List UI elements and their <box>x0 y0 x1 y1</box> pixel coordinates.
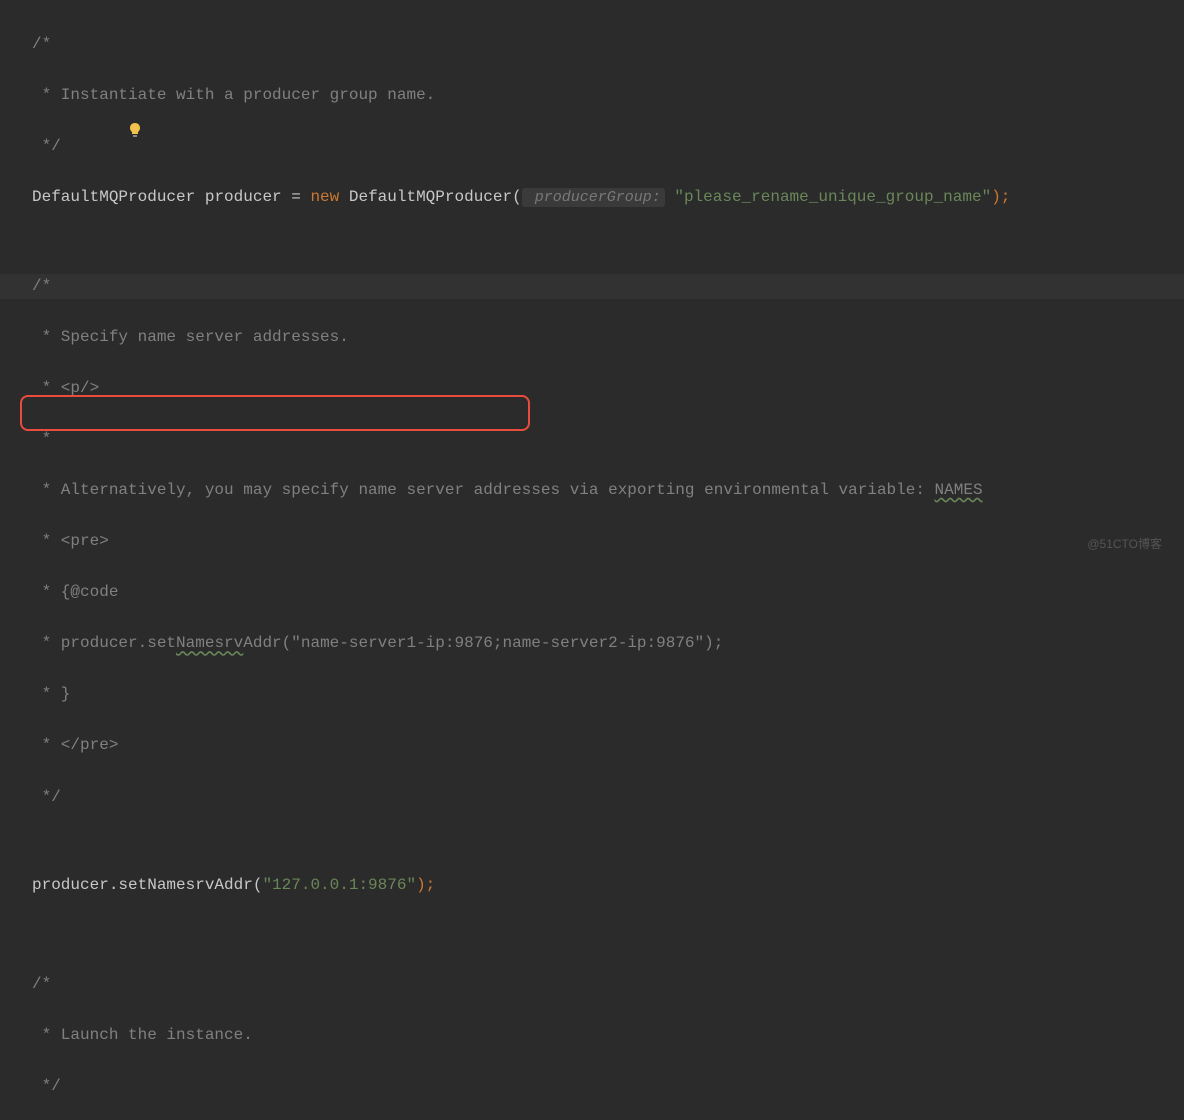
comment-line: /* <box>32 277 51 295</box>
punctuation: ); <box>991 188 1010 206</box>
comment-line: * } <box>32 685 70 703</box>
comment-line: Addr("name-server1-ip:9876;name-server2-… <box>243 634 723 652</box>
watermark-text: @51CTO博客 <box>1087 535 1162 554</box>
comment-line: */ <box>32 137 61 155</box>
keyword-new: new <box>310 188 339 206</box>
comment-typo: NAMES <box>935 481 983 499</box>
type-name: DefaultMQProducer <box>32 188 195 206</box>
comment-line: * Launch the instance. <box>32 1026 253 1044</box>
comment-line: * <p/> <box>32 379 99 397</box>
comment-line: /* <box>32 975 51 993</box>
comment-line: * Instantiate with a producer group name… <box>32 86 435 104</box>
code-editor[interactable]: /* * Instantiate with a producer group n… <box>0 0 1184 1120</box>
comment-line: * <pre> <box>32 532 109 550</box>
comment-line: * Alternatively, you may specify name se… <box>32 481 935 499</box>
variable-name: producer <box>195 188 291 206</box>
constructor-call: DefaultMQProducer( <box>339 188 521 206</box>
comment-line: * {@code <box>32 583 118 601</box>
string-literal: "please_rename_unique_group_name" <box>665 188 991 206</box>
punctuation: ); <box>416 876 435 894</box>
parameter-hint: producerGroup: <box>522 188 665 207</box>
operator: = <box>291 188 310 206</box>
comment-line: * <box>32 430 51 448</box>
comment-line: */ <box>32 1077 61 1095</box>
comment-line: */ <box>32 788 61 806</box>
comment-line: * producer.set <box>32 634 176 652</box>
method-call: producer.setNamesrvAddr( <box>32 876 262 894</box>
string-literal: "127.0.0.1:9876" <box>262 876 416 894</box>
comment-line: * </pre> <box>32 736 118 754</box>
comment-line: /* <box>32 35 51 53</box>
comment-line: * Specify name server addresses. <box>32 328 349 346</box>
comment-typo: Namesrv <box>176 634 243 652</box>
